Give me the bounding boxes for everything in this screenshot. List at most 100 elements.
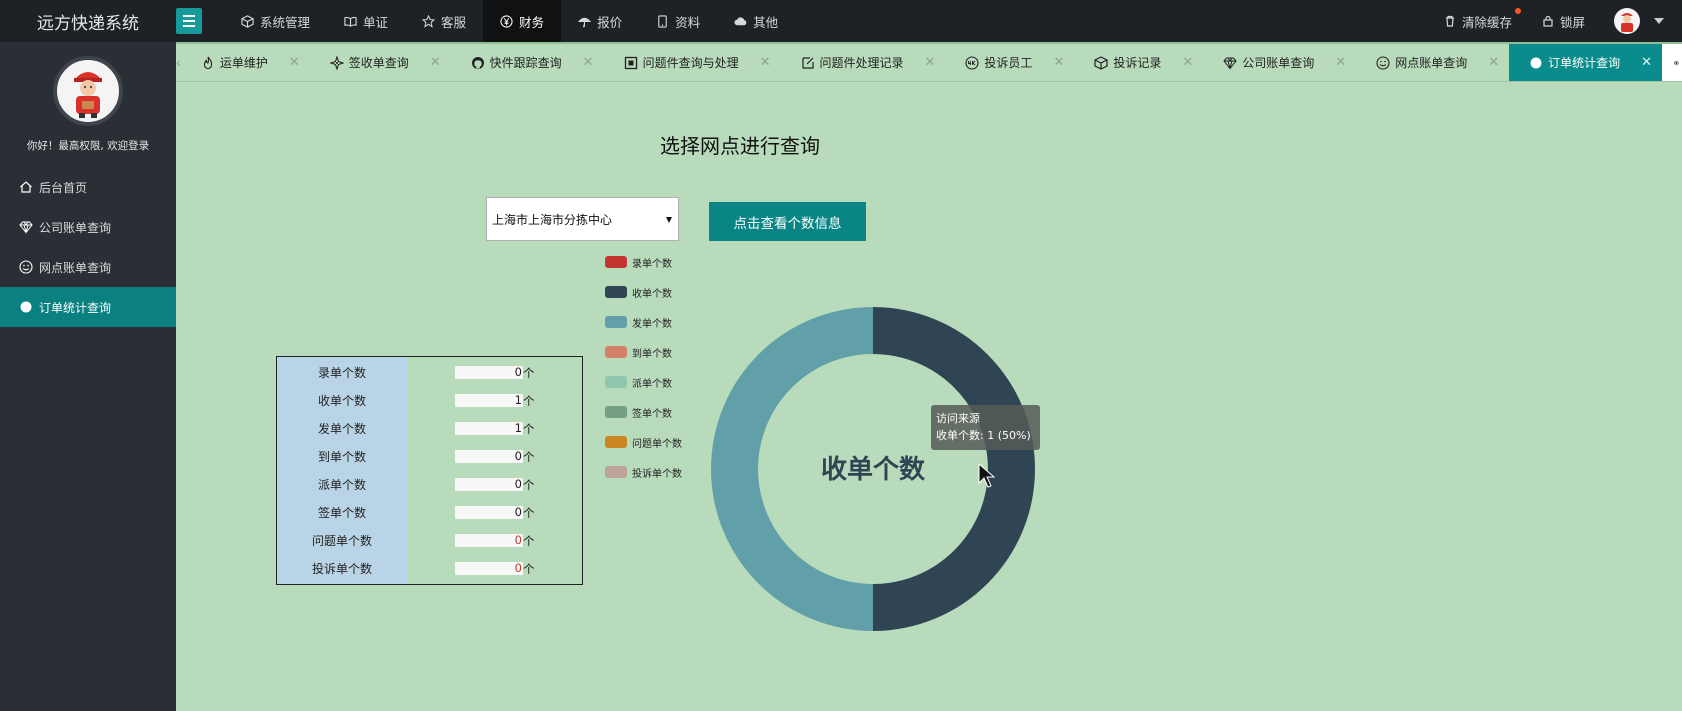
compass-icon	[329, 55, 344, 70]
count-unit: 个	[523, 365, 535, 380]
legend-label: 到单个数	[632, 348, 672, 360]
donut-center-label: 收单个数	[821, 455, 926, 485]
tab-close-icon[interactable]: ✕	[430, 55, 441, 70]
topnav-item-label: 财务	[519, 14, 545, 30]
tab-close-icon[interactable]: ✕	[1182, 55, 1193, 70]
tab-label: 投诉记录	[1113, 56, 1162, 70]
github-icon	[471, 56, 484, 69]
lock-icon	[1543, 15, 1553, 27]
topnav-item[interactable]: 资料	[639, 0, 717, 42]
tab-close-icon[interactable]: ✕	[925, 55, 936, 70]
legend-swatch	[605, 376, 627, 388]
count-unit: 个	[523, 561, 535, 576]
site-select[interactable]: 上海市上海市分拣中心	[486, 197, 679, 241]
mouse-cursor-icon	[978, 463, 996, 488]
legend-label: 签单个数	[632, 408, 672, 420]
topnav-item[interactable]: 客服	[405, 0, 483, 42]
count-label: 收单个数	[317, 394, 366, 408]
topnav-item-label: 资料	[675, 14, 701, 30]
count-unit: 个	[523, 421, 535, 436]
tab-label: 签收单查询	[348, 56, 409, 70]
tab[interactable]: 投诉员工 ✕	[945, 44, 1074, 81]
legend-item[interactable]: 问题单个数	[605, 427, 682, 457]
legend-item[interactable]: 签单个数	[605, 397, 682, 427]
tab-label: 问题件处理记录	[819, 56, 904, 70]
count-unit: 个	[523, 477, 535, 492]
tab[interactable]: 公司账单查询 ✕	[1203, 44, 1356, 81]
legend-item[interactable]: 发单个数	[605, 307, 682, 337]
user-avatar[interactable]	[1614, 8, 1640, 34]
top-bar: 远方快递系统 系统管理 单证 客服 财务 报价 资料 其他 清除缓存 锁屏	[0, 0, 1682, 42]
sidebar-item[interactable]: 后台首页	[0, 167, 176, 207]
count-row: 录单个数 0 个	[277, 359, 582, 387]
lock-screen-button[interactable]: 锁屏	[1527, 12, 1600, 31]
topnav-item[interactable]: 财务	[483, 0, 562, 42]
topnav-item[interactable]: 系统管理	[224, 0, 327, 42]
topnav-item[interactable]: 其他	[717, 0, 795, 42]
sidebar-avatar	[53, 56, 123, 126]
query-count-button[interactable]: 点击查看个数信息	[709, 202, 866, 241]
lock-screen-label: 锁屏	[1559, 14, 1585, 30]
topnav-item[interactable]: 报价	[561, 0, 639, 42]
tab[interactable]: 网点账单查询 ✕	[1356, 44, 1509, 81]
tab-close-icon[interactable]: ✕	[760, 55, 771, 70]
welcome-text: 你好！最高权限, 欢迎登录	[26, 140, 150, 152]
tab-label: 网点账单查询	[1395, 56, 1468, 70]
count-value: 0	[455, 366, 523, 379]
tab[interactable]: 问题件查询与处理 ✕	[604, 44, 781, 81]
tab-close-icon[interactable]: ✕	[1053, 55, 1064, 70]
tab[interactable]: 问题件处理记录 ✕	[781, 44, 946, 81]
app-title: 远方快递系统	[37, 13, 139, 34]
phone-icon	[658, 14, 667, 28]
tab-close-icon[interactable]: ✕	[1488, 55, 1499, 70]
count-unit: 个	[523, 505, 535, 520]
tab[interactable]: 运单维护 ✕	[181, 44, 310, 81]
site-select-value: 上海市上海市分拣中心	[492, 212, 613, 227]
tab-close-icon[interactable]: ✕	[583, 55, 594, 70]
legend-item[interactable]: 派单个数	[605, 367, 682, 397]
user-menu-caret[interactable]	[1654, 18, 1664, 24]
smile-icon	[19, 260, 33, 274]
courier-avatar-icon	[74, 72, 102, 118]
sidebar-item[interactable]: 网点账单查询	[0, 247, 176, 287]
sidebar-item[interactable]: 公司账单查询	[0, 207, 176, 247]
count-row: 派单个数 0 个	[277, 471, 582, 499]
sidebar: 你好！最高权限, 欢迎登录 后台首页 公司账单查询 网点账单查询 订单统计查询	[0, 42, 176, 711]
legend-swatch	[605, 256, 627, 268]
legend-item[interactable]: 收单个数	[605, 277, 682, 307]
tab-close-icon[interactable]: ✕	[1641, 55, 1652, 70]
topnav-item[interactable]: 单证	[327, 0, 405, 42]
topnav-item-label: 客服	[441, 14, 467, 30]
courier-avatar-icon	[1621, 13, 1633, 32]
count-table: 录单个数 0 个收单个数 1 个发单个数 1 个到单个数 0 个派单个数 0 个签单个数 0 个问题单个…	[276, 356, 583, 585]
tab[interactable]: 快件跟踪查询 ✕	[451, 44, 604, 81]
legend-label: 发单个数	[632, 318, 672, 330]
tab-label: 快件跟踪查询	[489, 56, 562, 70]
count-label: 投诉单个数	[311, 562, 372, 576]
tab[interactable]: 签收单查询 ✕	[310, 44, 451, 81]
legend-label: 派单个数	[632, 378, 672, 390]
notification-dot	[1514, 7, 1521, 14]
sidebar-item[interactable]: 订单统计查询	[0, 287, 176, 327]
tab-close-icon[interactable]: ✕	[1335, 55, 1346, 70]
clear-cache-button[interactable]: 清除缓存	[1429, 7, 1527, 31]
top-nav: 系统管理 单证 客服 财务 报价 资料 其他	[224, 0, 795, 42]
star-icon	[422, 14, 436, 28]
legend-item[interactable]: 录单个数	[605, 247, 682, 277]
chart-legend: 录单个数收单个数发单个数到单个数派单个数签单个数问题单个数 投诉单个数	[605, 247, 682, 487]
legend-label: 录单个数	[632, 258, 672, 270]
tab[interactable]: 投诉记录 ✕	[1074, 44, 1203, 81]
page-operations-menu[interactable]: 页面操作	[1662, 44, 1682, 81]
dot-icon	[1530, 57, 1542, 68]
menu-toggle-button[interactable]	[176, 8, 202, 34]
tab-close-icon[interactable]: ✕	[289, 55, 300, 70]
tab-bar: ‹ 运单维护 ✕ 签收单查询 ✕ 快件跟踪查询 ✕ 问题件查询与处理 ✕ 问题件处理记录 ✕ 投诉员…	[176, 42, 1682, 82]
topnav-item-label: 其他	[753, 14, 779, 30]
count-row: 签单个数 0 个	[277, 499, 582, 527]
tooltip-text: 收单个数: 1 (50%)	[936, 429, 1031, 442]
count-label: 到单个数	[317, 450, 366, 464]
legend-item[interactable]: 投诉单个数	[605, 457, 682, 487]
cube-icon	[1094, 55, 1108, 70]
tab[interactable]: 订单统计查询 ✕	[1509, 44, 1663, 81]
legend-item[interactable]: 到单个数	[605, 337, 682, 367]
